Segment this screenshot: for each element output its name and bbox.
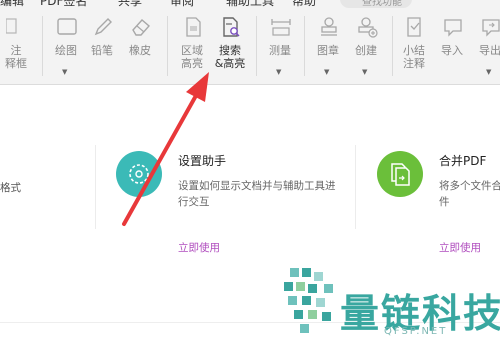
app-window: 编辑 PDF签名 共享 审阅 辅助工具 帮助 查找功能 注 释框 绘图 ▼ 铅笔… [0,0,500,344]
watermark-subtext: QFSP.NET [384,326,448,337]
mosaic-logo-icon [284,268,333,333]
